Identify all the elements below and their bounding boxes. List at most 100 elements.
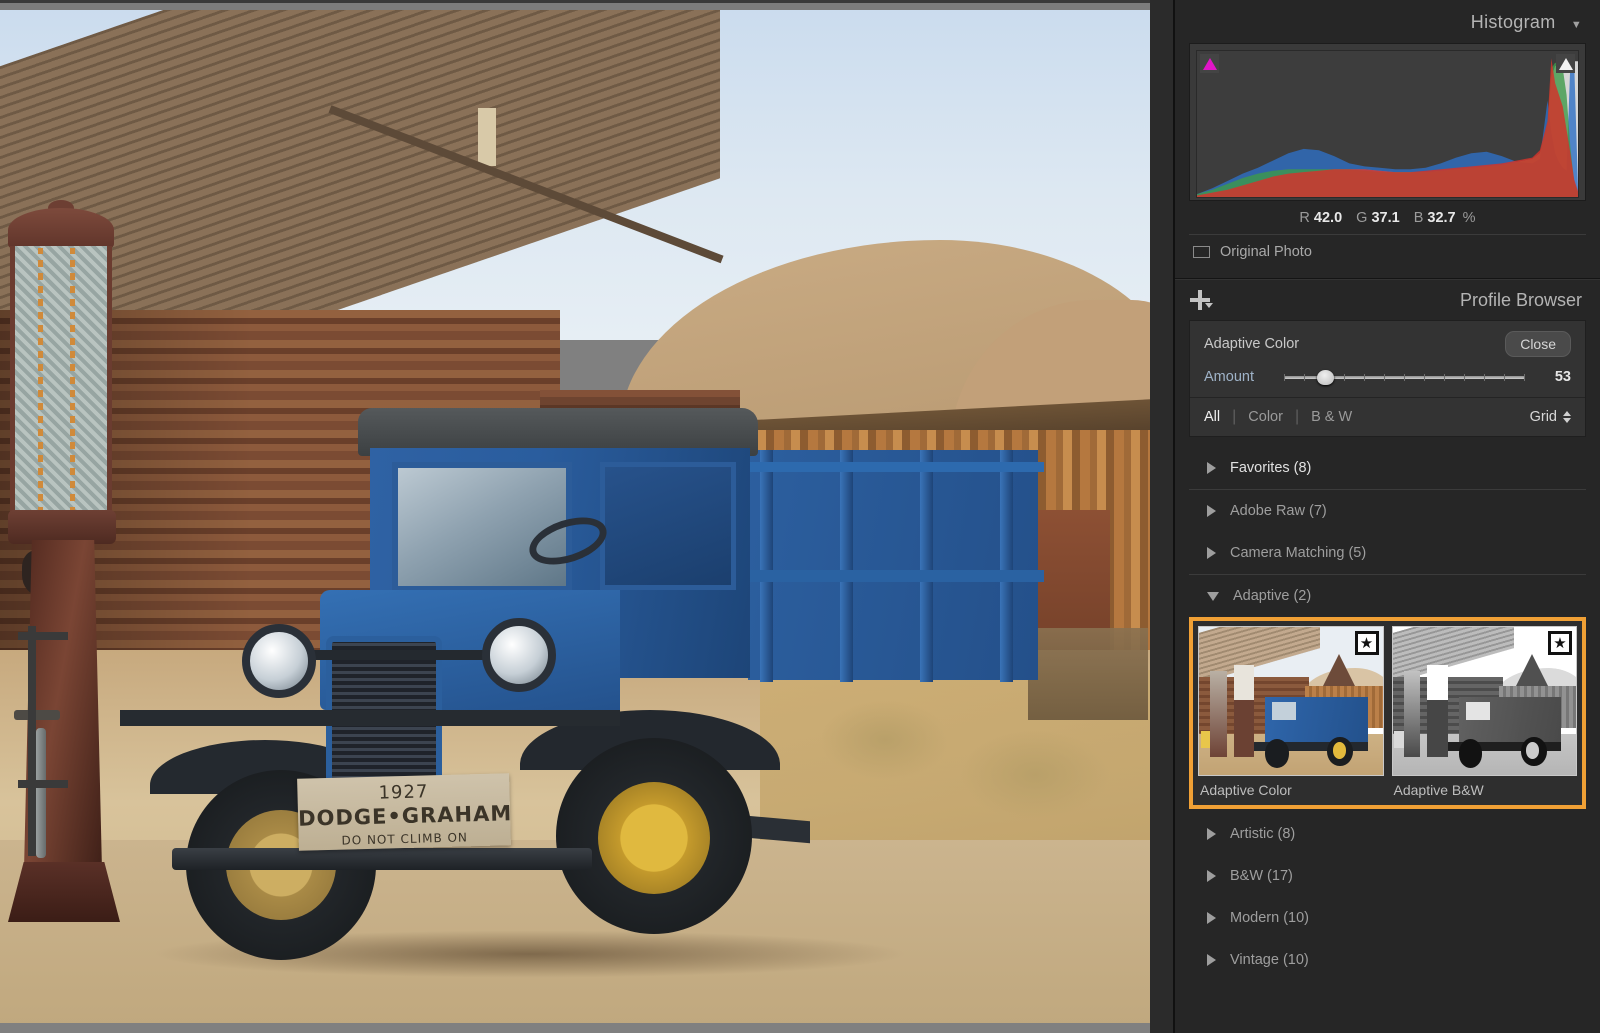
sign-warning: DO NOT CLIMB ON (341, 830, 469, 848)
right-panel: Histogram ▼ R 42.0 G 37.1 B 32.7 % Origi… (1173, 0, 1600, 1033)
truck-stake-3 (920, 450, 933, 682)
triangle-right-icon (1207, 912, 1216, 924)
gas-pump-base (8, 862, 120, 922)
brush-1 (820, 700, 950, 780)
star-icon[interactable]: ★ (1354, 631, 1379, 655)
profile-name-label: Adaptive Color (1200, 782, 1292, 798)
truck-stake-2 (840, 450, 853, 682)
amount-slider-row: Amount 53 (1190, 365, 1585, 397)
truck-bumper (172, 848, 592, 870)
profile-group-label: Adaptive (2) (1233, 588, 1312, 604)
view-mode-label: Grid (1529, 409, 1557, 425)
profile-browser-body: Adaptive Color Close Amount 53 All | Col… (1189, 320, 1586, 437)
triangle-up-icon (1202, 57, 1217, 70)
g-value: 37.1 (1371, 210, 1400, 226)
triangle-up-icon (1558, 57, 1573, 70)
truck-sign: 1927 DODGE•GRAHAM DO NOT CLIMB ON (297, 773, 512, 851)
lightroom-window: 1927 DODGE•GRAHAM DO NOT CLIMB ON Histog… (0, 0, 1600, 1033)
filter-all[interactable]: All (1204, 409, 1220, 425)
profile-thumbnail-adaptive-color[interactable]: ★ Adaptive Color (1198, 626, 1384, 805)
profile-group-list-top: Favorites (8) Adobe Raw (7) Camera Match… (1189, 447, 1586, 617)
triangle-down-icon (1207, 591, 1219, 601)
histogram-plot[interactable] (1196, 50, 1579, 198)
current-profile-row: Adaptive Color Close (1190, 321, 1585, 365)
filter-separator-1: | (1232, 408, 1237, 425)
profile-preview-image[interactable]: ★ (1198, 626, 1384, 776)
shadow-clipping-button[interactable] (1200, 54, 1219, 73)
up-down-chevron-icon (1563, 411, 1571, 423)
original-photo-row[interactable]: Original Photo (1189, 234, 1586, 270)
triangle-right-icon (1207, 547, 1216, 559)
profile-group-artistic[interactable]: Artistic (8) (1189, 813, 1586, 855)
background-trailer (1028, 628, 1148, 720)
profile-group-label: Modern (10) (1230, 910, 1309, 926)
filter-separator-2: | (1294, 408, 1300, 425)
profile-preview-image[interactable]: ★ (1391, 626, 1577, 776)
histogram-rgb-readout: R 42.0 G 37.1 B 32.7 % (1175, 201, 1600, 230)
profile-browser-header: Profile Browser (1175, 280, 1600, 320)
profile-group-label: Vintage (10) (1230, 952, 1309, 968)
profile-group-favorites[interactable]: Favorites (8) (1189, 447, 1586, 489)
highlight-clipping-button[interactable] (1556, 54, 1575, 73)
truck-bed-rail-mid (744, 570, 1044, 582)
profile-group-modern[interactable]: Modern (10) (1189, 897, 1586, 939)
headlight-right (482, 618, 556, 692)
current-profile-name: Adaptive Color (1204, 336, 1300, 352)
triangle-right-icon (1207, 954, 1216, 966)
chevron-down-icon[interactable]: ▼ (1571, 19, 1582, 31)
histogram-panel-header[interactable]: Histogram ▼ (1175, 0, 1600, 43)
truck-windshield (392, 462, 572, 592)
view-mode-selector[interactable]: Grid (1530, 409, 1571, 425)
headlight-left (242, 624, 316, 698)
headlight-bar (300, 650, 500, 660)
photo-stage[interactable]: 1927 DODGE•GRAHAM DO NOT CLIMB ON (0, 10, 1150, 1033)
amount-label: Amount (1204, 369, 1254, 385)
histogram-svg (1197, 58, 1578, 197)
brush-2 (960, 730, 1110, 820)
gas-pump-lever (14, 710, 60, 720)
triangle-right-icon (1207, 462, 1216, 474)
profile-group-vintage[interactable]: Vintage (10) (1189, 939, 1586, 981)
triangle-right-icon (1207, 505, 1216, 517)
gas-pump-stripe-left (38, 248, 43, 514)
profile-group-adobe-raw[interactable]: Adobe Raw (7) (1189, 489, 1586, 532)
profile-group-list-bottom: Artistic (8) B&W (17) Modern (10) Vintag… (1189, 813, 1586, 981)
profile-thumbnail-adaptive-bw[interactable]: ★ Adaptive B&W (1391, 626, 1577, 805)
close-button[interactable]: Close (1505, 331, 1571, 357)
rectangle-checkbox-icon[interactable] (1193, 246, 1210, 258)
top-toolbar-strip (0, 0, 1150, 10)
histogram-title: Histogram (1470, 12, 1556, 32)
star-icon[interactable]: ★ (1548, 631, 1572, 655)
profile-group-camera-matching[interactable]: Camera Matching (5) (1189, 532, 1586, 574)
b-label: B (1413, 210, 1424, 226)
truck-side-window (600, 462, 736, 590)
r-label: R (1299, 210, 1310, 226)
gas-pump-stripe-right (70, 248, 75, 514)
metal-rail-upper (18, 632, 68, 640)
filter-bw[interactable]: B & W (1311, 409, 1352, 425)
amount-value[interactable]: 53 (1537, 369, 1571, 385)
profile-group-bw[interactable]: B&W (17) (1189, 855, 1586, 897)
truck-rear-hub (598, 782, 710, 894)
truck-frame-rail (120, 710, 620, 726)
profile-group-label: Camera Matching (5) (1230, 545, 1367, 561)
amount-slider-track[interactable] (1284, 370, 1525, 385)
triangle-right-icon (1207, 870, 1216, 882)
histogram-box (1189, 43, 1586, 201)
filter-color[interactable]: Color (1248, 409, 1283, 425)
profile-group-label: Artistic (8) (1230, 826, 1296, 842)
gas-pump-collar (8, 510, 116, 544)
metal-rail-vertical (28, 626, 36, 856)
plus-with-dropdown-icon[interactable] (1189, 289, 1213, 311)
profile-group-adaptive[interactable]: Adaptive (2) (1189, 574, 1586, 617)
gas-pump-glass-cylinder (10, 246, 112, 516)
amount-slider-handle[interactable] (1316, 370, 1334, 385)
profile-name-label: Adaptive B&W (1393, 782, 1484, 798)
percent-unit: % (1462, 210, 1476, 226)
profile-group-label: B&W (17) (1230, 868, 1293, 884)
profile-group-label: Adobe Raw (7) (1230, 503, 1327, 519)
profile-filter-row: All | Color | B & W Grid (1190, 397, 1585, 436)
develop-photo-preview[interactable]: 1927 DODGE•GRAHAM DO NOT CLIMB ON (0, 10, 1150, 1023)
g-label: G (1356, 210, 1368, 226)
chevron-down-icon (1205, 303, 1213, 308)
